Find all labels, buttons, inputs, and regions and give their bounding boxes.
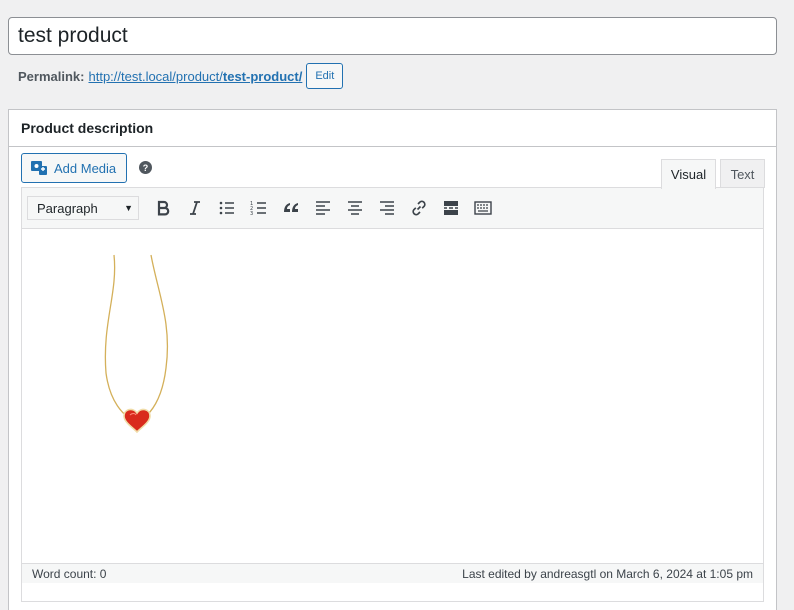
media-icon bbox=[31, 161, 47, 175]
necklace-image[interactable] bbox=[100, 253, 180, 443]
blockquote-button[interactable] bbox=[275, 194, 307, 222]
last-edited: Last edited by andreasgtl on March 6, 20… bbox=[462, 566, 753, 581]
editor-status-bar: Word count: 0 Last edited by andreasgtl … bbox=[22, 563, 763, 583]
format-select-value: Paragraph bbox=[37, 200, 98, 216]
link-button[interactable] bbox=[403, 194, 435, 222]
permalink-label: Permalink: bbox=[18, 68, 85, 84]
permalink-slug: test-product/ bbox=[222, 68, 303, 84]
toolbar-toggle-button[interactable] bbox=[467, 194, 499, 222]
align-left-button[interactable] bbox=[307, 194, 339, 222]
product-title-input[interactable] bbox=[9, 18, 776, 54]
numbered-list-button[interactable]: 123 bbox=[243, 194, 275, 222]
editor-toolbar: Paragraph ▼ 123 bbox=[22, 188, 763, 229]
word-count: Word count: 0 bbox=[32, 566, 107, 581]
align-right-icon bbox=[380, 201, 394, 215]
numbered-list-icon: 123 bbox=[250, 201, 266, 217]
toolbar-toggle-icon bbox=[474, 201, 492, 215]
blockquote-icon bbox=[284, 203, 298, 212]
bold-icon bbox=[157, 200, 170, 216]
permalink-row: Permalink: http://test.local/product/tes… bbox=[18, 63, 344, 89]
editor: Paragraph ▼ 123 Word count: 0 Last edite… bbox=[21, 187, 764, 602]
edit-permalink-button[interactable]: Edit bbox=[306, 63, 344, 89]
box-heading: Product description bbox=[9, 110, 776, 147]
title-field-wrap bbox=[8, 17, 777, 55]
chevron-down-icon: ▼ bbox=[124, 203, 133, 213]
help-icon[interactable]: ? bbox=[139, 161, 152, 174]
permalink-link[interactable]: http://test.local/product/test-product/ bbox=[88, 69, 302, 84]
link-icon bbox=[412, 200, 426, 216]
bullet-list-icon bbox=[219, 201, 234, 215]
tab-text[interactable]: Text bbox=[720, 159, 765, 188]
product-description-box: Product description Add Media ? Visual T… bbox=[8, 109, 777, 610]
align-right-button[interactable] bbox=[371, 194, 403, 222]
editor-content[interactable]: Word count: 0 Last edited by andreasgtl … bbox=[22, 229, 763, 583]
align-center-button[interactable] bbox=[339, 194, 371, 222]
italic-icon bbox=[190, 201, 200, 215]
svg-text:3: 3 bbox=[250, 211, 253, 217]
format-select[interactable]: Paragraph ▼ bbox=[27, 196, 139, 220]
align-center-icon bbox=[348, 201, 362, 215]
read-more-icon bbox=[444, 201, 458, 215]
permalink-base: http://test.local/product/ bbox=[88, 68, 223, 84]
bold-button[interactable] bbox=[147, 194, 179, 222]
align-left-icon bbox=[316, 201, 330, 215]
tab-visual[interactable]: Visual bbox=[661, 159, 716, 189]
read-more-button[interactable] bbox=[435, 194, 467, 222]
add-media-label: Add Media bbox=[54, 160, 117, 176]
italic-button[interactable] bbox=[179, 194, 211, 222]
add-media-button[interactable]: Add Media bbox=[21, 153, 127, 183]
bullet-list-button[interactable] bbox=[211, 194, 243, 222]
